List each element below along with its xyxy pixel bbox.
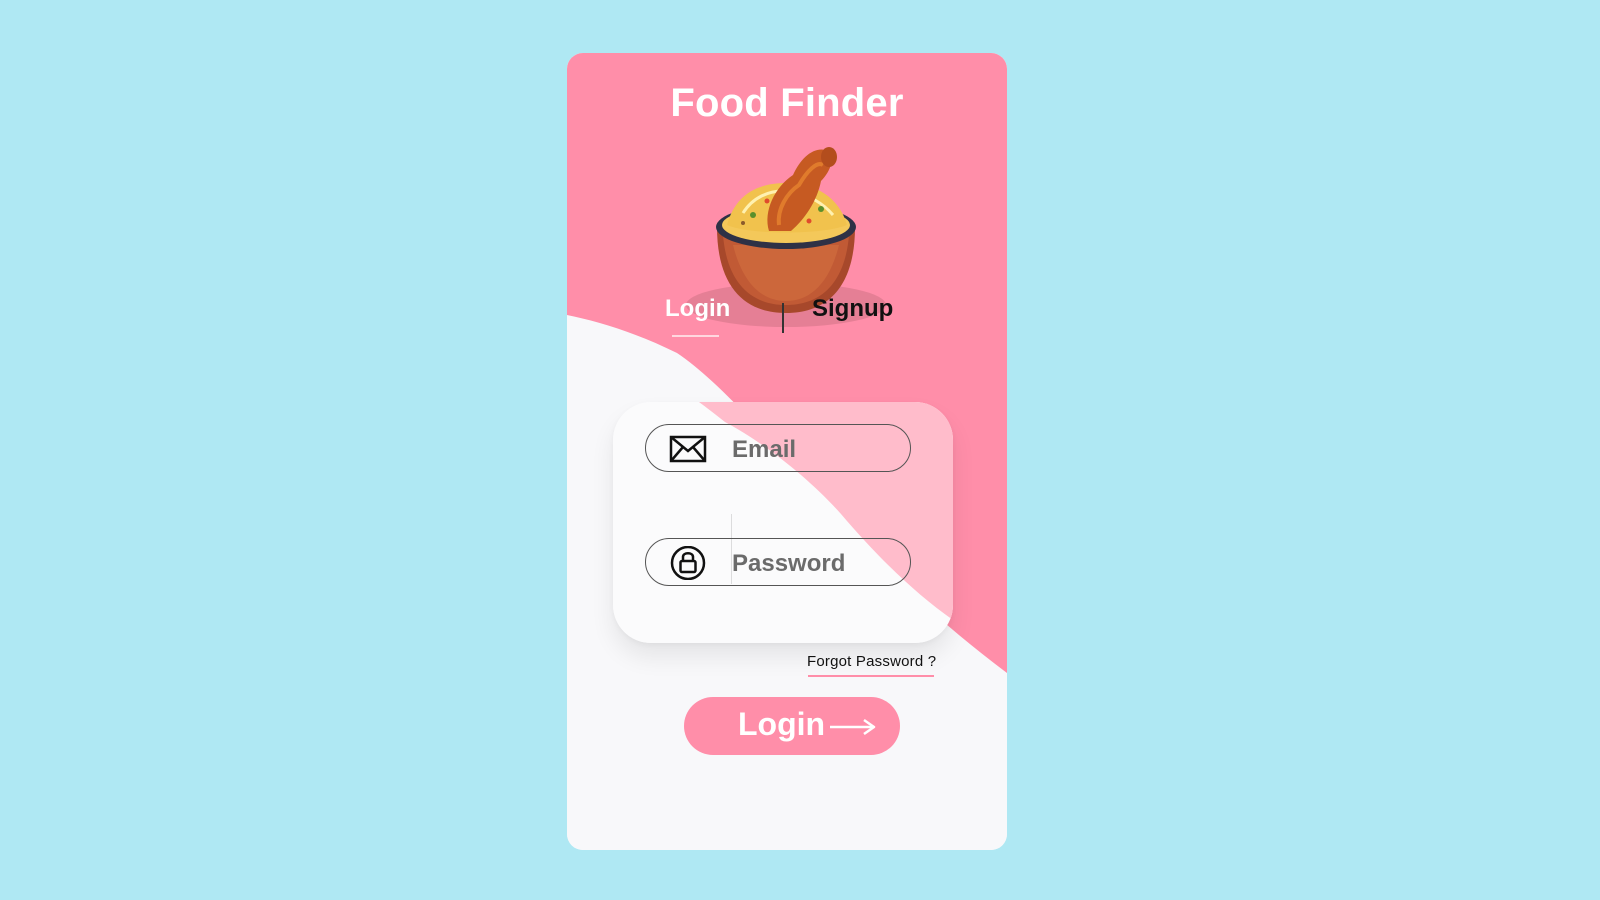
lock-icon — [670, 546, 706, 580]
email-placeholder: Email — [732, 436, 797, 463]
login-button[interactable]: Login — [684, 697, 900, 755]
login-card: Food Finder Login Signup Email Password … — [567, 53, 1007, 850]
tab-login[interactable]: Login — [665, 295, 730, 323]
login-button-label: Login — [738, 706, 826, 742]
password-field[interactable]: Password — [645, 538, 911, 586]
email-field[interactable]: Email — [645, 424, 911, 472]
forgot-password-link[interactable]: Forgot Password ? — [807, 653, 936, 670]
login-form: Email Password — [613, 402, 953, 643]
password-placeholder: Password — [732, 550, 846, 577]
app-title: Food Finder — [670, 81, 904, 125]
arrow-right-icon — [830, 718, 876, 736]
tab-signup[interactable]: Signup — [812, 295, 893, 323]
envelope-icon — [669, 435, 707, 463]
forgot-password-underline — [808, 675, 934, 677]
tab-divider — [782, 303, 784, 333]
active-tab-indicator — [672, 335, 719, 337]
